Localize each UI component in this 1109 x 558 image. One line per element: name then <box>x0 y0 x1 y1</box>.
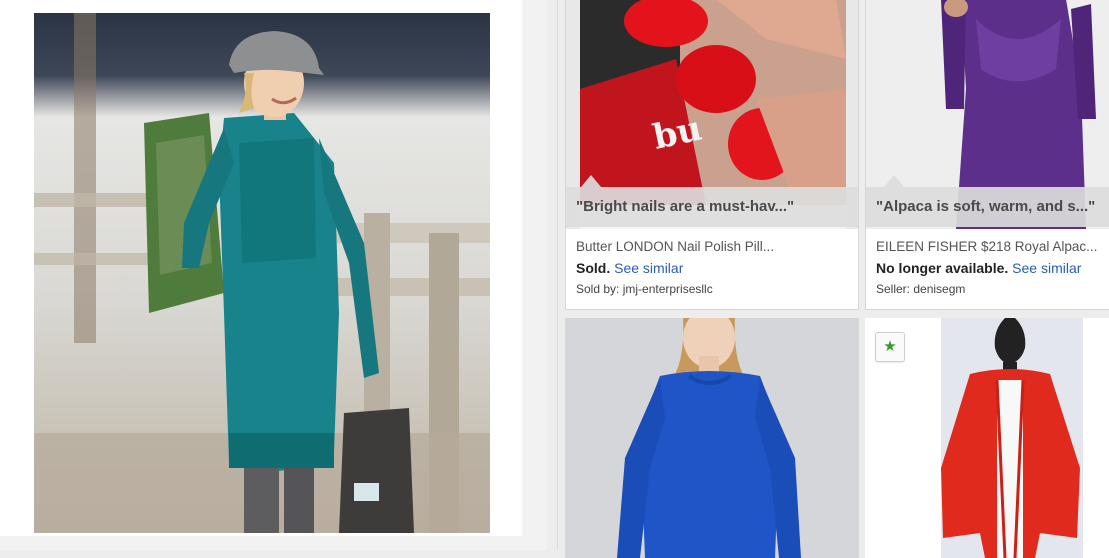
seller-text: Sold by: jmj-enterprisesllc <box>576 282 713 296</box>
status-text: Sold. <box>576 260 611 276</box>
product-card[interactable]: ★ <box>865 318 1109 558</box>
availability-status: Sold. See similar <box>576 260 852 276</box>
pin-quote: "Bright nails are a must-hav..." <box>566 187 858 227</box>
product-card[interactable]: bu "Bright nails are a must-hav..." Butt… <box>565 0 859 310</box>
product-title[interactable]: Butter LONDON Nail Polish Pill... <box>576 239 852 254</box>
hero-panel <box>0 0 547 550</box>
product-info: EILEEN FISHER $218 Royal Alpac... No lon… <box>876 239 1108 296</box>
see-similar-link[interactable]: See similar <box>1012 260 1081 276</box>
star-icon: ★ <box>883 338 897 355</box>
woman-teal-dress-photo <box>34 13 490 533</box>
status-text: No longer available. <box>876 260 1009 276</box>
hero-frame <box>0 0 522 536</box>
favorite-button[interactable]: ★ <box>875 332 905 362</box>
product-card[interactable]: "Alpaca is soft, warm, and s..." EILEEN … <box>865 0 1109 310</box>
quote-notch <box>581 175 601 187</box>
seller-text: Seller: denisegm <box>876 282 966 296</box>
product-card[interactable] <box>565 318 859 558</box>
hero-product-image[interactable] <box>34 13 490 533</box>
quote-notch <box>884 175 904 187</box>
product-info: Butter LONDON Nail Polish Pill... Sold. … <box>576 239 852 296</box>
pin-quote: "Alpaca is soft, warm, and s..." <box>866 187 1109 227</box>
availability-status: No longer available. See similar <box>876 260 1108 276</box>
product-title[interactable]: EILEEN FISHER $218 Royal Alpac... <box>876 239 1108 254</box>
see-similar-link[interactable]: See similar <box>614 260 683 276</box>
product-image[interactable] <box>565 318 859 558</box>
blue-sweater-photo <box>565 318 859 558</box>
column-divider <box>557 0 558 550</box>
